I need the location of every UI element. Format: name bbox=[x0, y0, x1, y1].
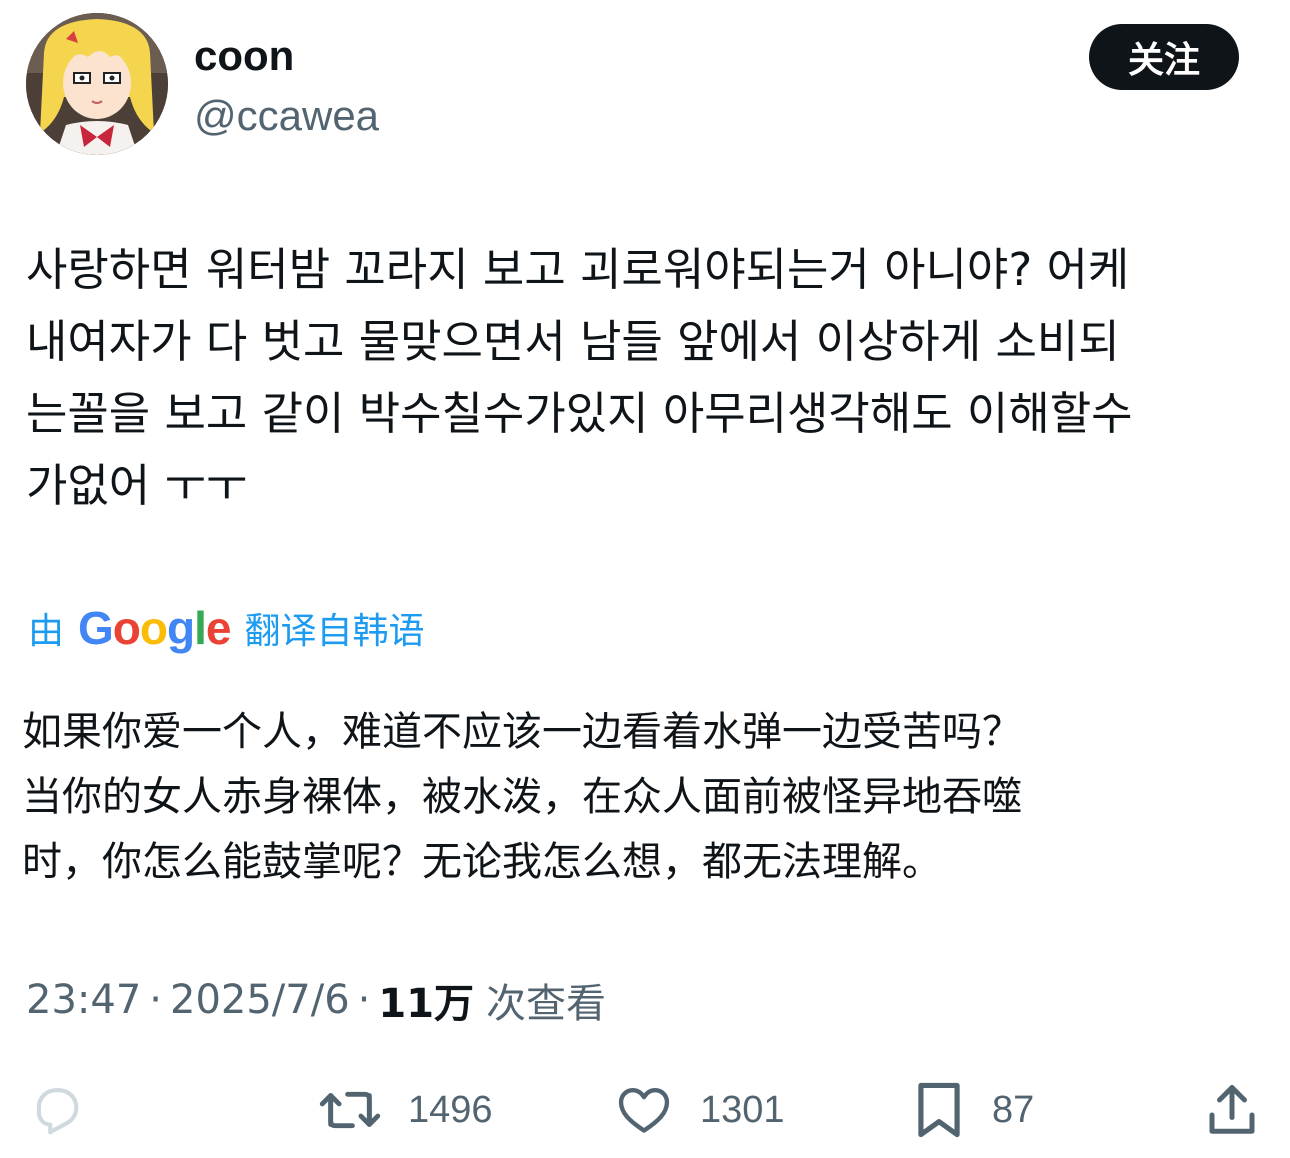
translation-source-label: 翻译自韩语 bbox=[244, 611, 425, 652]
meta-separator: · bbox=[149, 977, 162, 1023]
bookmark-button[interactable]: 87 bbox=[912, 1078, 1034, 1142]
google-letter: g bbox=[167, 602, 195, 654]
user-handle[interactable]: @ccawea bbox=[194, 90, 379, 142]
google-letter: o bbox=[139, 602, 168, 654]
bookmark-icon bbox=[918, 1082, 960, 1138]
google-letter: G bbox=[78, 602, 114, 654]
tweet-time[interactable]: 23:47 bbox=[26, 977, 141, 1023]
reply-icon bbox=[36, 1088, 79, 1135]
reply-button[interactable] bbox=[28, 1078, 86, 1142]
google-logo: G o o g l e bbox=[78, 601, 232, 655]
retweet-icon bbox=[319, 1091, 381, 1129]
like-count: 1301 bbox=[700, 1088, 785, 1131]
translated-text: 如果你爱一个人，难道不应该一边看着水弹一边受苦吗？ 当你的女人赤身裸体，被水泼，… bbox=[22, 709, 1022, 885]
bookmark-count: 87 bbox=[992, 1088, 1035, 1131]
retweet-count: 1496 bbox=[408, 1088, 493, 1131]
translation-attribution[interactable]: 由 G o o g l e 翻译自韩语 bbox=[28, 598, 425, 658]
like-button[interactable]: 1301 bbox=[614, 1078, 785, 1142]
heart-icon bbox=[618, 1088, 670, 1133]
share-button[interactable] bbox=[1202, 1078, 1262, 1142]
anime-avatar-icon bbox=[26, 13, 168, 155]
follow-button[interactable]: 关注 bbox=[1089, 24, 1239, 90]
google-letter: o bbox=[112, 602, 141, 654]
tweet-text: 사랑하면 워터밤 꼬라지 보고 괴로워야되는거 아니야? 어케 내여자가 다 벗… bbox=[26, 243, 1133, 512]
display-name[interactable]: coon bbox=[194, 30, 294, 82]
share-icon bbox=[1209, 1085, 1255, 1134]
tweet-date[interactable]: 2025/7/6 bbox=[170, 977, 350, 1023]
views-count: 11万 bbox=[378, 981, 475, 1027]
translation-prefix: 由 bbox=[28, 611, 65, 652]
google-letter: l bbox=[194, 602, 207, 654]
retweet-button[interactable]: 1496 bbox=[318, 1078, 493, 1142]
views-label: 次查看 bbox=[486, 981, 607, 1027]
meta-separator: · bbox=[357, 977, 371, 1023]
tweet-meta: 23:47 · 2025/7/6 · 11万 次查看 bbox=[26, 972, 606, 1028]
user-avatar[interactable] bbox=[26, 13, 168, 155]
action-bar: 1496 1301 87 bbox=[0, 1078, 1290, 1142]
google-letter: e bbox=[205, 602, 232, 654]
